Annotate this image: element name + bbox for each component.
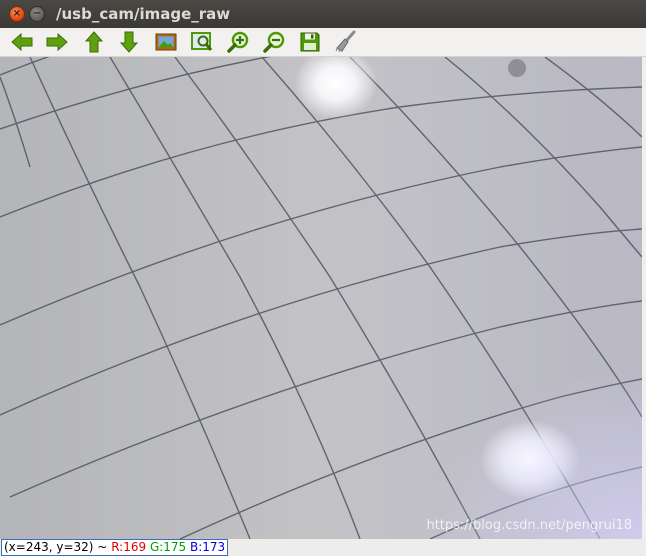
zoom-out-button[interactable] bbox=[262, 30, 286, 54]
edit-button[interactable] bbox=[333, 30, 357, 54]
zoom-in-icon bbox=[227, 31, 249, 53]
pixel-green: G:175 bbox=[149, 540, 187, 554]
camera-frame bbox=[0, 57, 642, 539]
zoom-to-region-button[interactable] bbox=[190, 30, 214, 54]
arrow-down-icon bbox=[119, 31, 139, 53]
pixel-blue: B:173 bbox=[190, 540, 226, 554]
close-icon: × bbox=[12, 8, 22, 19]
pixel-coords: (x=243, y=32) ~ bbox=[4, 540, 108, 554]
forward-button[interactable] bbox=[45, 30, 69, 54]
brush-icon bbox=[335, 30, 356, 53]
back-button[interactable] bbox=[10, 30, 34, 54]
arrow-left-icon bbox=[11, 32, 33, 52]
zoom-out-icon bbox=[263, 31, 285, 53]
arrow-up-icon bbox=[84, 31, 104, 53]
zoom-region-icon bbox=[191, 32, 213, 51]
down-button[interactable] bbox=[117, 30, 141, 54]
pixel-red: R:169 bbox=[111, 540, 147, 554]
window-title: /usb_cam/image_raw bbox=[56, 5, 231, 23]
save-button[interactable] bbox=[298, 30, 322, 54]
zoom-in-button[interactable] bbox=[226, 30, 250, 54]
up-button[interactable] bbox=[82, 30, 106, 54]
reset-view-button[interactable] bbox=[154, 30, 178, 54]
pixel-info: (x=243, y=32) ~ R:169 G:175 B:173 bbox=[1, 539, 229, 556]
camera-image[interactable]: https://blog.csdn.net/pengrui18 bbox=[0, 57, 642, 539]
title-bar: × − /usb_cam/image_raw bbox=[0, 0, 646, 28]
status-bar: (x=243, y=32) ~ R:169 G:175 B:173 bbox=[0, 539, 646, 556]
close-button[interactable]: × bbox=[9, 6, 25, 22]
watermark: https://blog.csdn.net/pengrui18 bbox=[426, 518, 632, 533]
floppy-disk-icon bbox=[300, 32, 320, 52]
corner-tint bbox=[0, 57, 642, 539]
toolbar bbox=[0, 28, 646, 57]
picture-icon bbox=[155, 33, 177, 51]
minimize-button[interactable]: − bbox=[29, 6, 45, 22]
minimize-icon: − bbox=[32, 8, 42, 19]
arrow-right-icon bbox=[46, 32, 68, 52]
side-panel-edge bbox=[642, 57, 646, 539]
